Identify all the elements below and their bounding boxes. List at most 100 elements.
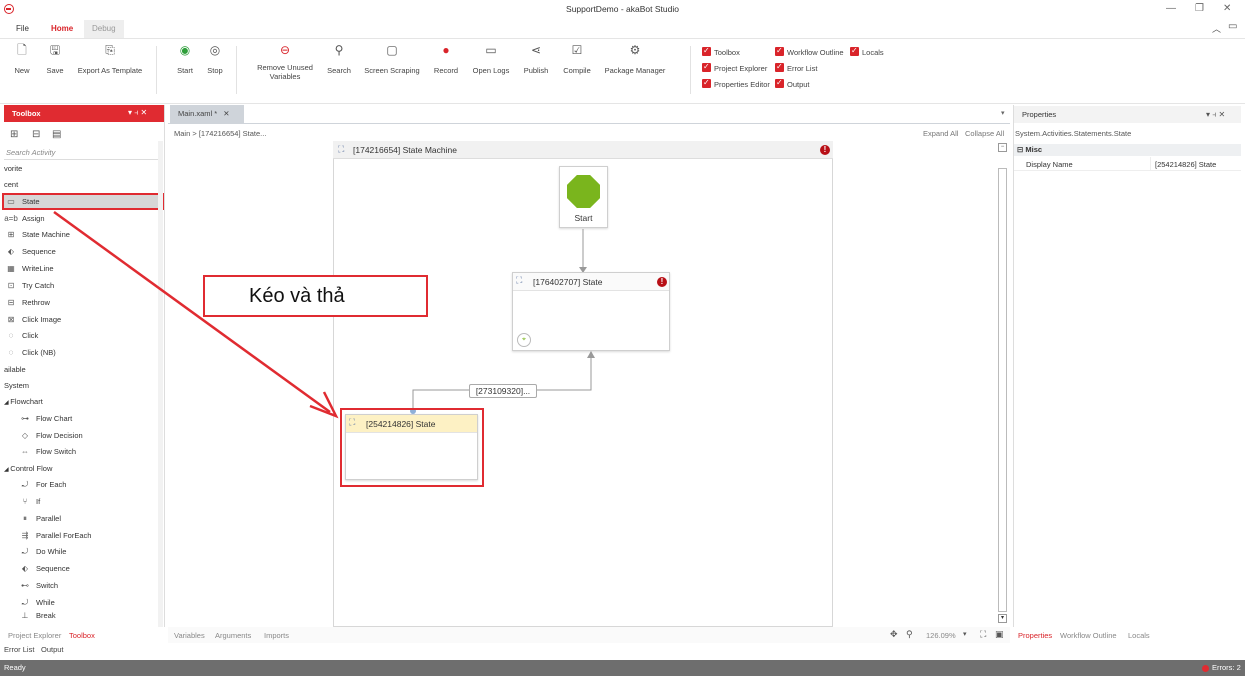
state-machine-header: [174216654] State Machine	[333, 141, 833, 159]
section-favorite[interactable]: vorite	[4, 161, 22, 177]
maximize-icon[interactable]: ❐	[1195, 3, 1204, 14]
close-icon[interactable]: ✕	[1223, 3, 1231, 14]
toolbox-item-flow-decision[interactable]: ◇ Flow Decision	[18, 428, 83, 444]
close-tab-icon[interactable]: ✕	[223, 109, 229, 118]
checkbox-icon	[702, 77, 711, 89]
output-checkbox[interactable]: Output	[775, 77, 810, 91]
overview-icon[interactable]: ▣	[995, 629, 1004, 640]
play-icon: ◉	[179, 43, 191, 57]
remove-unused-variables-button[interactable]: ⊖ Remove Unused Variables	[252, 44, 318, 81]
search-button[interactable]: ⚲ Search	[325, 44, 353, 75]
checkbox-icon	[775, 61, 784, 73]
toolbox-item-for-each[interactable]: ⤾ For Each	[18, 477, 67, 493]
export-template-button[interactable]: ⎘ Export As Template	[73, 44, 147, 75]
pan-icon[interactable]: ✥	[890, 629, 898, 640]
toolbox-item-switch[interactable]: ⊷ Switch	[18, 578, 58, 594]
tab-error-list[interactable]: Error List	[4, 645, 34, 654]
transition-label[interactable]: [273109320]...	[469, 384, 537, 398]
properties-category[interactable]: ⊟ Misc	[1014, 144, 1241, 156]
collapse-all-button[interactable]: Collapse All	[965, 129, 1004, 138]
new-button[interactable]: 🗋 New	[8, 44, 36, 75]
toolbox-item-sequence-2[interactable]: ⬖ Sequence	[18, 561, 70, 577]
tab-underline	[168, 123, 1010, 124]
properties-type: System.Activities.Statements.State	[1015, 129, 1132, 138]
record-button[interactable]: ● Record	[430, 43, 462, 75]
tab-debug[interactable]: Debug	[84, 20, 124, 38]
fit-screen-icon[interactable]: ⛶	[980, 629, 986, 640]
errors-count[interactable]: Errors: 2	[1212, 663, 1241, 672]
toolbox-item-flow-switch[interactable]: ⇔ Flow Switch	[18, 444, 76, 460]
toolbox-item-if[interactable]: ⑂ If	[18, 494, 41, 510]
tab-variables[interactable]: Variables	[174, 631, 205, 640]
search-activity-input[interactable]: Search Activity	[4, 146, 158, 160]
tab-toolbox[interactable]: Toolbox	[69, 631, 95, 640]
collapse-box-icon[interactable]: −	[998, 143, 1007, 152]
section-available[interactable]: ailable	[4, 362, 26, 378]
publish-button[interactable]: ⋖ Publish	[520, 44, 552, 75]
record-icon: ●	[442, 43, 450, 57]
section-flowchart[interactable]: ◢ Flowchart	[4, 394, 43, 410]
section-system[interactable]: System	[4, 378, 29, 394]
start-button[interactable]: ◉ Start	[173, 43, 197, 75]
toolbox-item-parallel-foreach[interactable]: ⇶ Parallel ForEach	[18, 528, 92, 544]
save-button[interactable]: 🖫 Save	[42, 44, 68, 75]
tab-home[interactable]: Home	[43, 20, 82, 38]
open-logs-button[interactable]: ▭ Open Logs	[470, 43, 512, 75]
state-icon: ⛶	[516, 275, 523, 285]
window-title: SupportDemo - akaBot Studio	[566, 4, 679, 14]
panel-pin-icon[interactable]: ▾ ⫞ ✕	[1206, 110, 1225, 120]
toolbox-item-state[interactable]: ▭ State	[4, 194, 39, 210]
section-control-flow[interactable]: ◢ Control Flow	[4, 461, 52, 477]
expand-icon[interactable]: ⊞	[10, 129, 18, 140]
stop-button[interactable]: ◎ Stop	[203, 44, 227, 75]
tab-project-explorer[interactable]: Project Explorer	[8, 631, 61, 640]
toolbox-item-while[interactable]: ⤾ While	[18, 595, 55, 611]
breadcrumb-root[interactable]: Main	[174, 129, 190, 138]
breadcrumb-current[interactable]: [174216654] State...	[199, 129, 267, 138]
panel-pin-icon[interactable]: ▾ ⫞ ✕	[128, 108, 147, 118]
tab-dropdown-icon[interactable]: ▾	[1001, 109, 1005, 117]
feedback-icon[interactable]: ▭	[1228, 21, 1237, 32]
toolbox-item-parallel[interactable]: ⏸ Parallel	[18, 511, 61, 527]
tab-imports[interactable]: Imports	[264, 631, 289, 640]
tab-workflow-outline[interactable]: Workflow Outline	[1060, 631, 1117, 640]
tab-output[interactable]: Output	[41, 645, 64, 654]
collapse-icon[interactable]: ⊟	[32, 129, 40, 140]
error-icon[interactable]: !	[657, 277, 667, 287]
tab-properties[interactable]: Properties	[1018, 631, 1052, 640]
checkbox-icon	[850, 45, 859, 57]
compile-button[interactable]: ☑ Compile	[560, 44, 594, 75]
switch-icon: ⊷	[21, 581, 29, 590]
folder-icon: ▭	[485, 43, 497, 57]
filter-icon[interactable]: ▤	[52, 129, 61, 140]
tab-locals[interactable]: Locals	[1128, 631, 1150, 640]
zoom-icon[interactable]: ⚲	[906, 629, 913, 640]
tab-arguments[interactable]: Arguments	[215, 631, 251, 640]
screen-scraping-button[interactable]: ▢ Screen Scraping	[362, 44, 422, 75]
tab-file[interactable]: File	[8, 20, 37, 38]
toolbox-item-click[interactable]: ◌ Click	[4, 328, 39, 344]
display-name-value[interactable]: [254214826] State	[1155, 160, 1216, 169]
project-explorer-checkbox[interactable]: Project Explorer	[702, 61, 767, 75]
minimize-icon[interactable]: —	[1166, 3, 1176, 14]
error-icon[interactable]: !	[820, 145, 830, 155]
scroll-down-icon[interactable]: ▾	[998, 614, 1007, 623]
section-recent[interactable]: cent	[4, 177, 18, 193]
click-icon: ◌	[8, 331, 14, 340]
toolbox-item-do-while[interactable]: ⤾ Do While	[18, 544, 67, 560]
toolbox-item-assign[interactable]: a=b Assign	[4, 211, 44, 227]
canvas-scrollbar[interactable]	[998, 168, 1007, 612]
zoom-level[interactable]: 126.09%	[926, 631, 956, 640]
error-list-checkbox[interactable]: Error List	[775, 61, 817, 75]
toolbox-item-break[interactable]: ⊥ Break	[18, 612, 56, 622]
package-manager-button[interactable]: ⚙ Package Manager	[602, 44, 668, 75]
workflow-outline-checkbox[interactable]: Workflow Outline	[775, 45, 844, 59]
entry-icon[interactable]: ⌖	[517, 333, 531, 347]
zoom-dropdown-icon[interactable]: ▾	[963, 630, 967, 638]
properties-editor-checkbox[interactable]: Properties Editor	[702, 77, 770, 91]
doc-tab-main[interactable]: Main.xaml * ✕	[170, 105, 244, 123]
expand-all-button[interactable]: Expand All	[923, 129, 958, 138]
locals-checkbox[interactable]: Locals	[850, 45, 884, 59]
toolbox-checkbox[interactable]: Toolbox	[702, 45, 740, 59]
collapse-ribbon-icon[interactable]: ︿	[1212, 22, 1221, 35]
